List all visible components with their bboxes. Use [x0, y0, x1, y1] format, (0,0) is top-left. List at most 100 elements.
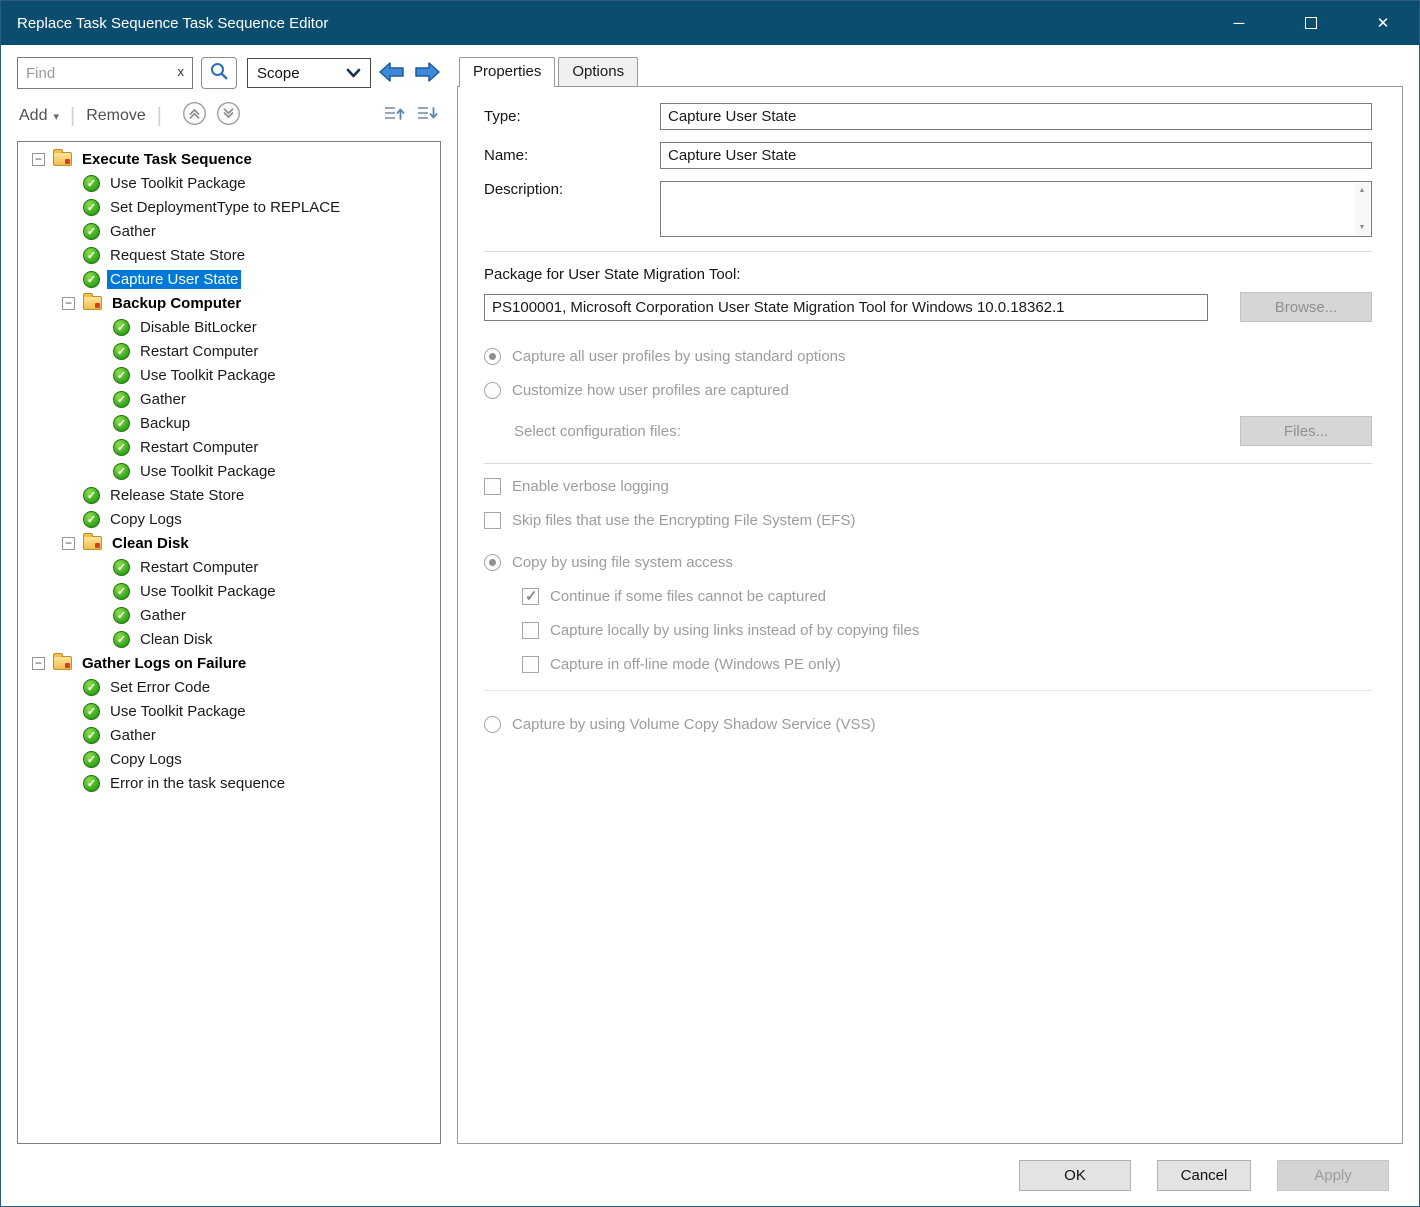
find-next-button[interactable] — [411, 58, 443, 88]
tree-item-capture-user-state[interactable]: ✓Capture User State — [18, 267, 440, 291]
step-success-check-icon: ✓ — [113, 415, 130, 432]
tree-item-use-toolkit-package[interactable]: ✓Use Toolkit Package — [18, 171, 440, 195]
tree-item-release-state-store[interactable]: ✓Release State Store — [18, 483, 440, 507]
tree-item-backup-computer[interactable]: − Backup Computer — [18, 291, 440, 315]
tree-item-gather-logs-on-failure[interactable]: −Gather Logs on Failure — [18, 651, 440, 675]
group-folder-icon — [83, 296, 102, 310]
tree-item-gather[interactable]: ✓Gather — [18, 603, 440, 627]
step-success-check-icon: ✓ — [83, 751, 100, 768]
move-item-up-button[interactable] — [383, 103, 406, 129]
left-pane: x Scope — [17, 57, 441, 1144]
scroll-up-icon[interactable]: ▲ — [1359, 187, 1366, 194]
checkbox-capture-links[interactable] — [522, 622, 539, 639]
scroll-down-icon[interactable]: ▼ — [1359, 224, 1366, 231]
tree-item-disable-bitlocker[interactable]: ✓Disable BitLocker — [18, 315, 440, 339]
ok-button[interactable]: OK — [1019, 1160, 1131, 1191]
tree-item-use-toolkit-package[interactable]: ✓Use Toolkit Package — [18, 579, 440, 603]
tree-item-copy-logs[interactable]: ✓Copy Logs — [18, 507, 440, 531]
type-field[interactable] — [660, 103, 1372, 130]
step-success-check-icon: ✓ — [113, 607, 130, 624]
tree-expander-icon[interactable]: − — [32, 153, 45, 166]
expand-all-button[interactable] — [216, 101, 241, 131]
add-button[interactable]: Add ▾ — [19, 107, 59, 125]
collapse-all-button[interactable] — [182, 101, 207, 131]
checkbox-verbose-logging[interactable] — [484, 478, 501, 495]
remove-button[interactable]: Remove — [86, 107, 146, 125]
package-field[interactable] — [484, 294, 1208, 321]
files-button[interactable]: Files... — [1240, 416, 1372, 446]
tree-item-label: Set Error Code — [107, 678, 213, 697]
tree-item-label: Capture User State — [107, 270, 241, 289]
tree-item-use-toolkit-package[interactable]: ✓Use Toolkit Package — [18, 363, 440, 387]
search-icon — [209, 61, 229, 86]
move-item-down-button[interactable] — [416, 103, 439, 129]
checkbox-continue-if-files[interactable] — [522, 588, 539, 605]
tree-item-restart-computer[interactable]: ✓Restart Computer — [18, 435, 440, 459]
search-button[interactable] — [201, 57, 237, 89]
name-field[interactable] — [660, 142, 1372, 169]
right-pane: Properties Options Type: Name: Descripti… — [457, 57, 1403, 1144]
tree-expander-icon[interactable]: − — [62, 297, 75, 310]
tree-item-restart-computer[interactable]: ✓Restart Computer — [18, 555, 440, 579]
step-success-check-icon: ✓ — [83, 511, 100, 528]
tree-item-request-state-store[interactable]: ✓Request State Store — [18, 243, 440, 267]
tree-expander-icon[interactable]: − — [32, 657, 45, 670]
tab-options[interactable]: Options — [558, 57, 638, 86]
description-scrollbar[interactable]: ▲ ▼ — [1354, 183, 1370, 235]
find-previous-button[interactable] — [375, 58, 407, 88]
chevrons-down-circle-icon — [216, 101, 241, 131]
tree-item-gather[interactable]: ✓Gather — [18, 387, 440, 411]
tree-item-label: Execute Task Sequence — [79, 150, 255, 169]
tree-toolbar: Add ▾ | Remove | — [17, 97, 441, 135]
radio-vss[interactable] — [484, 716, 501, 733]
tree-item-error-in-the-task-sequence[interactable]: ✓Error in the task sequence — [18, 771, 440, 795]
close-button[interactable]: ✕ — [1347, 1, 1419, 45]
step-success-check-icon: ✓ — [113, 631, 130, 648]
section-divider — [484, 463, 1372, 464]
add-button-label: Add — [19, 107, 47, 125]
checkbox-verbose-logging-label: Enable verbose logging — [512, 478, 669, 495]
tree-item-restart-computer[interactable]: ✓Restart Computer — [18, 339, 440, 363]
tree-item-copy-logs[interactable]: ✓ Copy Logs — [18, 747, 440, 771]
tree-item-label: Use Toolkit Package — [137, 366, 279, 385]
checkbox-skip-efs[interactable] — [484, 512, 501, 529]
select-config-label: Select configuration files: — [514, 423, 681, 440]
tab-properties[interactable]: Properties — [459, 57, 555, 87]
description-field[interactable]: ▲ ▼ — [660, 181, 1372, 237]
radio-file-system-access[interactable] — [484, 554, 501, 571]
type-row: Type: — [484, 103, 1372, 130]
minimize-button[interactable]: ─ — [1203, 1, 1275, 45]
tree-item-clean-disk[interactable]: −Clean Disk — [18, 531, 440, 555]
tree-item-gather[interactable]: ✓Gather — [18, 219, 440, 243]
tree-item-clean-disk[interactable]: ✓Clean Disk — [18, 627, 440, 651]
apply-button[interactable]: Apply — [1277, 1160, 1389, 1191]
tree-item-label: Backup Computer — [109, 294, 244, 313]
section-divider — [484, 690, 1372, 691]
step-success-check-icon: ✓ — [83, 727, 100, 744]
name-label: Name: — [484, 147, 660, 164]
tree-item-label: Copy Logs — [107, 750, 185, 769]
tree-item-use-toolkit-package[interactable]: ✓Use Toolkit Package — [18, 459, 440, 483]
chevron-down-icon — [346, 68, 361, 78]
checkbox-continue-if-files-label: Continue if some files cannot be capture… — [550, 588, 826, 605]
maximize-button[interactable] — [1275, 1, 1347, 45]
checkbox-capture-offline[interactable] — [522, 656, 539, 673]
tree-item-use-toolkit-package[interactable]: ✓Use Toolkit Package — [18, 699, 440, 723]
radio-customize-profiles[interactable] — [484, 382, 501, 399]
tree-item-gather[interactable]: ✓Gather — [18, 723, 440, 747]
scope-dropdown[interactable]: Scope — [247, 58, 371, 88]
arrow-right-icon — [414, 61, 441, 86]
tree-item-set-deploymenttype-to-replace[interactable]: ✓Set DeploymentType to REPLACE — [18, 195, 440, 219]
tree-item-set-error-code[interactable]: ✓Set Error Code — [18, 675, 440, 699]
tree-item-execute-task-sequence[interactable]: − Execute Task Sequence — [18, 147, 440, 171]
package-row: Browse... — [484, 292, 1372, 322]
tree-expander-icon[interactable]: − — [62, 537, 75, 550]
toolbar-divider: | — [157, 105, 162, 128]
browse-button[interactable]: Browse... — [1240, 292, 1372, 322]
radio-standard-options[interactable] — [484, 348, 501, 365]
copy-filesystem-radio-row: Copy by using file system access — [484, 554, 1372, 571]
find-input[interactable] — [17, 57, 193, 89]
clear-find-icon[interactable]: x — [178, 64, 185, 80]
tree-item-backup[interactable]: ✓Backup — [18, 411, 440, 435]
cancel-button[interactable]: Cancel — [1157, 1160, 1251, 1191]
